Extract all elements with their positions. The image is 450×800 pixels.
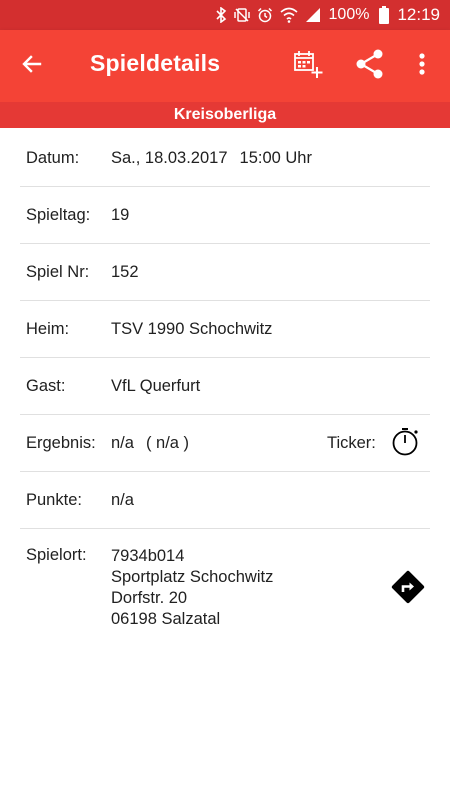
venue-street: Dorfstr. 20 [111, 589, 188, 607]
bluetooth-icon [215, 7, 227, 23]
date-row: Datum: Sa., 18.03.2017 15:00 Uhr [20, 130, 430, 187]
wifi-icon [280, 7, 298, 23]
away-team-value: VfL Querfurt [111, 376, 201, 395]
match-details: Datum: Sa., 18.03.2017 15:00 Uhr Spieltag… [20, 130, 430, 649]
venue-address: 7934b014 Sportplatz Schochwitz Dorfstr. … [111, 546, 273, 630]
alarm-icon [257, 7, 273, 23]
ticker-label: Ticker: [327, 433, 376, 452]
match-number-row: Spiel Nr: 152 [20, 244, 430, 301]
vibrate-icon [233, 7, 250, 23]
status-icons [215, 7, 321, 23]
time-text: 15:00 Uhr [239, 148, 312, 167]
directions-icon [388, 567, 428, 612]
points-label: Punkte: [26, 490, 82, 509]
match-number-label: Spiel Nr: [26, 262, 90, 281]
status-clock: 12:19 [397, 5, 440, 24]
venue-row: Spielort: 7934b014 Sportplatz Schochwitz… [20, 529, 430, 649]
halftime-score: ( n/a ) [145, 433, 190, 452]
page-title: Spieldetails [90, 50, 221, 76]
venue-name: Sportplatz Schochwitz [111, 568, 274, 586]
result-label: Ergebnis: [26, 433, 96, 452]
ticker-button[interactable] [390, 427, 422, 462]
overflow-menu-button[interactable] [400, 44, 444, 88]
venue-city: 06198 Salzatal [111, 610, 221, 628]
date-value: Sa., 18.03.2017 15:00 Uhr [111, 149, 312, 168]
app-bar: Spieldetails [0, 30, 450, 102]
more-vert-icon [418, 52, 426, 81]
back-button[interactable] [10, 44, 54, 88]
matchday-row: Spieltag: 19 [20, 187, 430, 244]
date-text: Sa., 18.03.2017 [111, 148, 228, 167]
status-bar: 100% 12:19 [0, 0, 450, 30]
result-score: n/a [111, 433, 134, 452]
matchday-label: Spieltag: [26, 205, 91, 224]
battery-percentage: 100% [328, 6, 370, 23]
result-value: n/a ( n/a ) [111, 434, 189, 453]
battery-icon [379, 6, 390, 24]
share-icon [354, 48, 386, 85]
back-arrow-icon [20, 52, 44, 81]
home-team-row: Heim: TSV 1990 Schochwitz [20, 301, 430, 358]
signal-icon [305, 7, 321, 23]
league-header: Kreisoberliga [0, 102, 450, 128]
match-number-value: 152 [111, 262, 139, 281]
home-team-label: Heim: [26, 319, 70, 338]
stopwatch-icon [391, 427, 421, 462]
date-label: Datum: [26, 148, 80, 167]
add-to-calendar-button[interactable] [286, 44, 330, 88]
result-row: Ergebnis: n/a ( n/a ) Ticker: [20, 415, 430, 472]
matchday-value: 19 [111, 205, 130, 224]
points-row: Punkte: n/a [20, 472, 430, 529]
venue-label: Spielort: [26, 546, 87, 564]
venue-code: 7934b014 [111, 547, 185, 565]
home-team-value: TSV 1990 Schochwitz [111, 319, 273, 338]
away-team-label: Gast: [26, 376, 66, 395]
directions-button[interactable] [386, 567, 430, 611]
add-to-calendar-icon [292, 48, 324, 85]
away-team-row: Gast: VfL Querfurt [20, 358, 430, 415]
share-button[interactable] [348, 44, 392, 88]
points-value: n/a [111, 490, 134, 509]
